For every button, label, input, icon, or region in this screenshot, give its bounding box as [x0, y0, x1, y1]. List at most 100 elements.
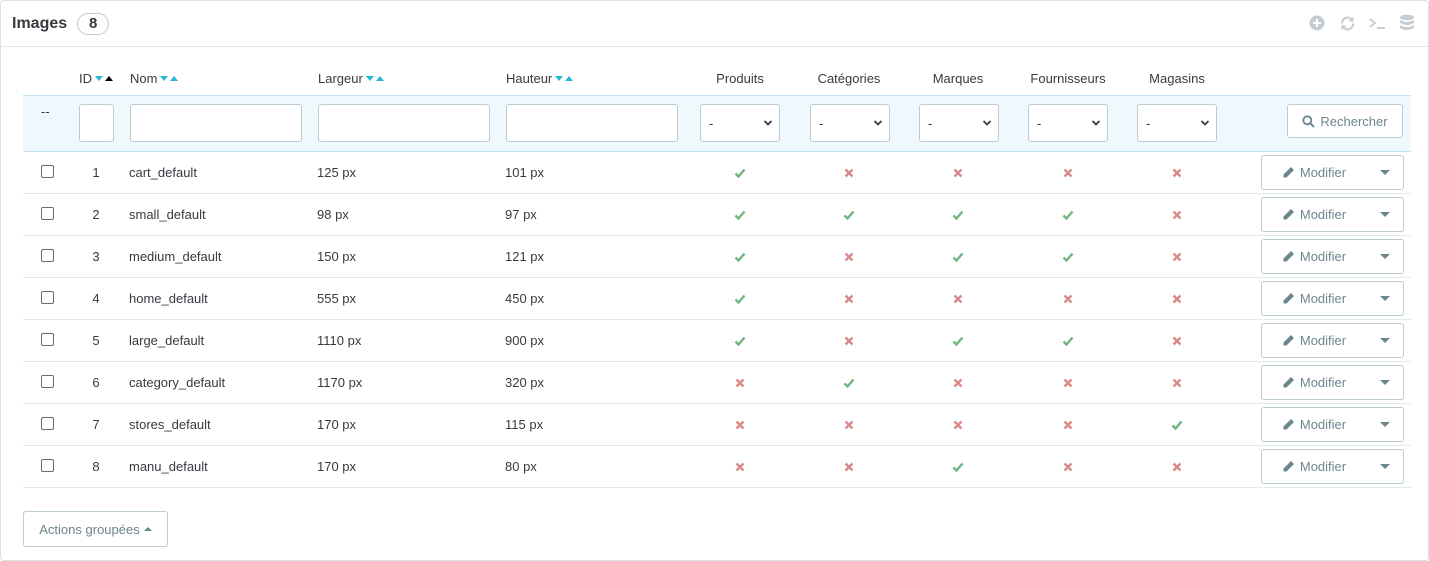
col-stores-header: Magasins	[1149, 71, 1205, 86]
sort-asc-icon[interactable]	[105, 76, 113, 81]
cross-icon	[843, 293, 855, 305]
check-icon	[1062, 209, 1074, 221]
pencil-icon	[1283, 209, 1294, 220]
row-actions-dropdown[interactable]	[1366, 408, 1403, 441]
edit-button[interactable]: Modifier	[1262, 450, 1366, 483]
cross-icon	[1171, 377, 1183, 389]
cross-icon	[1062, 377, 1074, 389]
edit-button[interactable]: Modifier	[1262, 198, 1366, 231]
cell-id: 5	[92, 333, 100, 348]
cross-icon	[1062, 461, 1074, 473]
edit-button[interactable]: Modifier	[1262, 324, 1366, 357]
edit-button-label: Modifier	[1299, 165, 1347, 180]
row-actions-dropdown[interactable]	[1366, 198, 1403, 231]
cell-height: 97 px	[505, 207, 537, 222]
col-height-header: Hauteur	[506, 71, 574, 86]
row-checkbox[interactable]	[41, 417, 54, 430]
cell-height: 900 px	[505, 333, 545, 348]
cross-icon	[843, 461, 855, 473]
pencil-icon	[1283, 251, 1294, 262]
pencil-icon	[1283, 419, 1294, 430]
row-actions-dropdown[interactable]	[1366, 240, 1403, 273]
row-actions-dropdown[interactable]	[1366, 366, 1403, 399]
row-actions-dropdown[interactable]	[1366, 324, 1403, 357]
cross-icon	[1171, 251, 1183, 263]
bulk-actions-button[interactable]: Actions groupées	[23, 511, 168, 547]
cell-id: 4	[92, 291, 100, 306]
filter-suppliers-select[interactable]: -	[1028, 104, 1108, 142]
row-actions-dropdown[interactable]	[1366, 282, 1403, 315]
check-icon	[1062, 251, 1074, 263]
row-actions: Modifier	[1261, 197, 1404, 232]
add-icon[interactable]	[1308, 13, 1326, 33]
col-width-label: Largeur	[318, 71, 363, 86]
table-row: 5 large_default 1110 px 900 px Modifier	[23, 320, 1411, 362]
filter-name-input[interactable]	[130, 104, 302, 142]
panel-toolbar	[1308, 13, 1416, 33]
row-checkbox[interactable]	[41, 165, 54, 178]
caret-down-icon	[1379, 170, 1390, 175]
cross-icon	[1062, 167, 1074, 179]
row-checkbox[interactable]	[41, 459, 54, 472]
filter-stores-select[interactable]: -	[1137, 104, 1217, 142]
filter-height-input[interactable]	[506, 104, 678, 142]
cell-width: 170 px	[317, 417, 357, 432]
filter-id-input[interactable]	[79, 104, 114, 142]
cell-width: 150 px	[317, 249, 357, 264]
filter-row: -- - - - - - Rechercher	[23, 95, 1411, 152]
sort-desc-icon[interactable]	[555, 76, 564, 81]
cell-name: stores_default	[129, 417, 211, 432]
row-actions: Modifier	[1261, 365, 1404, 400]
sort-desc-icon[interactable]	[95, 76, 103, 81]
sort-asc-icon[interactable]	[170, 76, 179, 81]
edit-button[interactable]: Modifier	[1262, 240, 1366, 273]
row-actions-dropdown[interactable]	[1366, 156, 1403, 189]
cross-icon	[952, 377, 964, 389]
sort-asc-icon[interactable]	[565, 76, 574, 81]
search-button[interactable]: Rechercher	[1287, 104, 1403, 138]
edit-button[interactable]: Modifier	[1262, 408, 1366, 441]
row-actions: Modifier	[1261, 239, 1404, 274]
sort-desc-icon[interactable]	[365, 76, 374, 81]
edit-button[interactable]: Modifier	[1262, 282, 1366, 315]
cross-icon	[734, 419, 746, 431]
col-width-header: Largeur	[318, 71, 384, 86]
col-id-label: ID	[79, 71, 92, 86]
filter-products-select[interactable]: -	[700, 104, 780, 142]
row-checkbox[interactable]	[41, 375, 54, 388]
cross-icon	[952, 167, 964, 179]
check-icon	[1171, 419, 1183, 431]
row-actions: Modifier	[1261, 281, 1404, 316]
database-icon[interactable]	[1398, 13, 1416, 33]
filter-width-input[interactable]	[318, 104, 490, 142]
sort-desc-icon[interactable]	[160, 76, 169, 81]
row-checkbox[interactable]	[41, 207, 54, 220]
caret-down-icon	[1379, 296, 1390, 301]
sort-asc-icon[interactable]	[375, 76, 384, 81]
caret-down-icon	[1379, 254, 1390, 259]
refresh-icon[interactable]	[1338, 13, 1356, 33]
caret-down-icon	[1379, 422, 1390, 427]
cross-icon	[843, 419, 855, 431]
row-checkbox[interactable]	[41, 333, 54, 346]
edit-button[interactable]: Modifier	[1262, 156, 1366, 189]
cross-icon	[1062, 419, 1074, 431]
check-icon	[734, 335, 746, 347]
cell-height: 320 px	[505, 375, 545, 390]
panel-heading: Images 8	[1, 1, 1428, 47]
cross-icon	[1171, 335, 1183, 347]
check-icon	[734, 293, 746, 305]
filter-brands-select[interactable]: -	[919, 104, 999, 142]
row-actions: Modifier	[1261, 407, 1404, 442]
search-icon	[1302, 114, 1316, 128]
filter-categories-select[interactable]: -	[810, 104, 890, 142]
row-actions-dropdown[interactable]	[1366, 450, 1403, 483]
chevron-down-icon	[1200, 120, 1210, 126]
row-checkbox[interactable]	[41, 291, 54, 304]
row-checkbox[interactable]	[41, 249, 54, 262]
edit-button[interactable]: Modifier	[1262, 366, 1366, 399]
filter-dashes: --	[41, 104, 50, 119]
check-icon	[952, 461, 964, 473]
caret-down-icon	[1379, 338, 1390, 343]
sql-terminal-icon[interactable]	[1368, 13, 1386, 33]
